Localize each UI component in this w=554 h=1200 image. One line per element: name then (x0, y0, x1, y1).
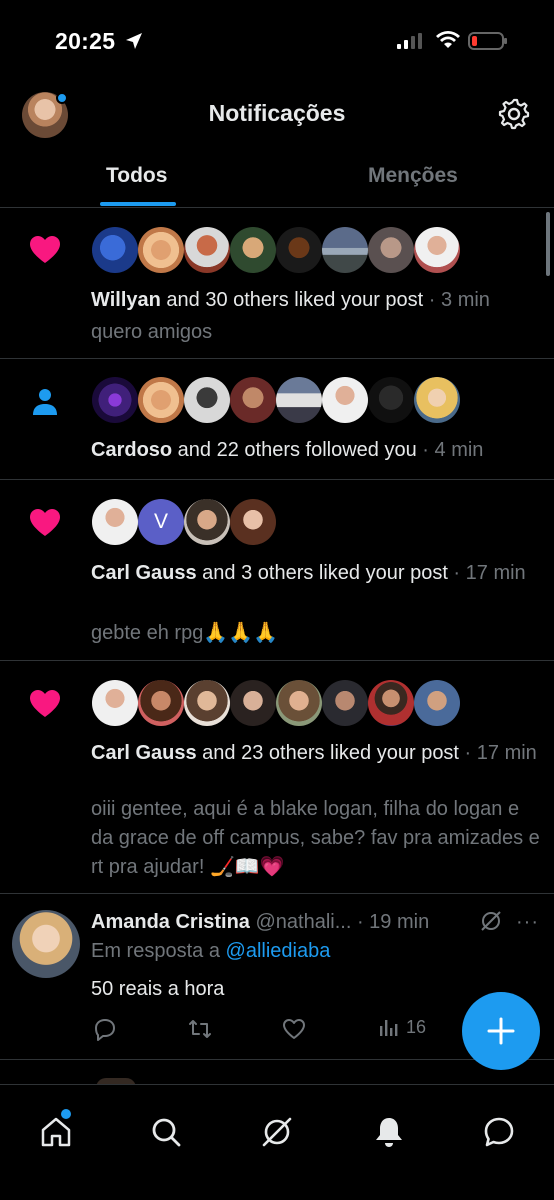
cellular-signal-icon (397, 33, 422, 49)
grok-icon[interactable] (479, 909, 503, 933)
reply-handle[interactable]: @alliediaba (226, 940, 331, 962)
tweet-avatar[interactable] (12, 910, 80, 978)
status-bar: 20:25 (0, 0, 554, 80)
tab-mentions[interactable]: Menções (368, 164, 458, 188)
avatar[interactable] (138, 680, 184, 726)
more-options-icon[interactable]: ··· (516, 911, 540, 933)
search-icon[interactable] (149, 1115, 183, 1149)
header: Notificações Todos Menções (0, 80, 554, 208)
active-tab-indicator (100, 202, 176, 206)
avatar[interactable] (184, 499, 230, 545)
views-value: 16 (406, 1016, 427, 1037)
tweet-header: Amanda Cristina @nathali... · 19 min (91, 909, 429, 935)
post-preview: quero amigos (91, 321, 213, 343)
avatar[interactable] (322, 680, 368, 726)
avatar-letter[interactable]: V (138, 499, 184, 545)
tab-all[interactable]: Todos (106, 164, 167, 188)
tweet-text: 50 reais a hora (91, 978, 225, 1000)
home-unread-dot (61, 1109, 71, 1119)
tweet-time: · 19 min (351, 911, 430, 933)
post-preview: gebte eh rpg🙏🙏🙏 (91, 622, 279, 644)
bottom-nav (0, 1084, 554, 1200)
heart-icon (30, 509, 60, 536)
action-text: and 3 others liked your post (196, 562, 448, 584)
avatar[interactable] (230, 227, 276, 273)
reply-icon[interactable] (92, 1016, 118, 1042)
avatar[interactable] (322, 227, 368, 273)
status-time: 20:25 (55, 28, 116, 54)
actor-avatars (92, 227, 460, 275)
avatar[interactable] (414, 680, 460, 726)
views-icon (380, 1020, 398, 1036)
location-arrow-icon (126, 33, 142, 49)
avatar[interactable] (322, 377, 368, 423)
bell-icon[interactable] (372, 1115, 406, 1149)
avatar[interactable] (92, 499, 138, 545)
avatar[interactable] (230, 377, 276, 423)
avatar[interactable] (92, 377, 138, 423)
avatar[interactable] (368, 227, 414, 273)
actor-name[interactable]: Cardoso (91, 439, 172, 461)
time-ago: · 4 min (416, 439, 484, 461)
avatar[interactable] (368, 377, 414, 423)
battery-icon (468, 32, 507, 50)
avatar[interactable] (92, 227, 138, 273)
wifi-icon (436, 31, 460, 48)
notification-item[interactable]: Cardoso and 22 others followed you · 4 m… (0, 359, 554, 480)
avatar[interactable] (414, 377, 460, 423)
notification-text: Cardoso and 22 others followed you · 4 m… (91, 436, 543, 465)
tweet-handle[interactable]: @nathali... (250, 911, 351, 933)
avatar[interactable] (138, 227, 184, 273)
notification-text: Carl Gauss and 23 others liked your post… (91, 739, 543, 768)
heart-icon (30, 236, 60, 263)
action-text: and 22 others followed you (172, 439, 417, 461)
notification-item[interactable]: Carl Gauss and 23 others liked your post… (0, 661, 554, 894)
avatar[interactable] (184, 377, 230, 423)
notification-text: Carl Gauss and 3 others liked your post … (91, 559, 543, 588)
gear-icon[interactable] (497, 97, 531, 131)
avatar[interactable] (276, 680, 322, 726)
grok-icon[interactable] (260, 1115, 294, 1149)
avatar[interactable] (184, 227, 230, 273)
like-icon[interactable] (281, 1016, 307, 1042)
reply-context: Em resposta a @alliediaba (91, 940, 330, 963)
avatar[interactable] (92, 680, 138, 726)
action-text: and 30 others liked your post (160, 289, 424, 311)
avatar[interactable] (368, 680, 414, 726)
notification-text: Willyan and 30 others liked your post · … (91, 286, 543, 315)
page-title: Notificações (208, 100, 346, 126)
time-ago: · 17 min (447, 562, 526, 584)
reply-prefix: Em resposta a (91, 940, 226, 962)
plus-icon (487, 1017, 515, 1045)
home-icon[interactable] (39, 1115, 73, 1149)
repost-icon[interactable] (187, 1016, 213, 1042)
avatar[interactable] (138, 377, 184, 423)
post-preview: oiii gentee, aqui é a blake logan, filha… (91, 798, 540, 878)
avatar[interactable] (230, 680, 276, 726)
avatar[interactable] (414, 227, 460, 273)
actor-avatars (92, 377, 460, 425)
action-text: and 23 others liked your post (196, 742, 459, 764)
actor-name[interactable]: Carl Gauss (91, 562, 197, 584)
avatar[interactable] (184, 680, 230, 726)
avatar[interactable] (276, 227, 322, 273)
actor-name[interactable]: Willyan (91, 289, 161, 311)
actor-avatars: V (92, 499, 276, 547)
time-ago: · 3 min (423, 289, 490, 311)
person-icon (33, 389, 57, 415)
actor-avatars (92, 680, 460, 728)
avatar[interactable] (230, 499, 276, 545)
time-ago: · 17 min (459, 742, 537, 764)
views-count[interactable]: 16 (378, 1016, 426, 1038)
notification-item[interactable]: Willyan and 30 others liked your post · … (0, 209, 554, 359)
compose-button[interactable] (462, 992, 540, 1070)
avatar[interactable] (276, 377, 322, 423)
heart-icon (30, 690, 60, 717)
tweet-author-name[interactable]: Amanda Cristina (91, 911, 250, 933)
notification-item[interactable]: V Carl Gauss and 3 others liked your pos… (0, 480, 554, 661)
messages-icon[interactable] (482, 1115, 516, 1149)
actor-name[interactable]: Carl Gauss (91, 742, 197, 764)
